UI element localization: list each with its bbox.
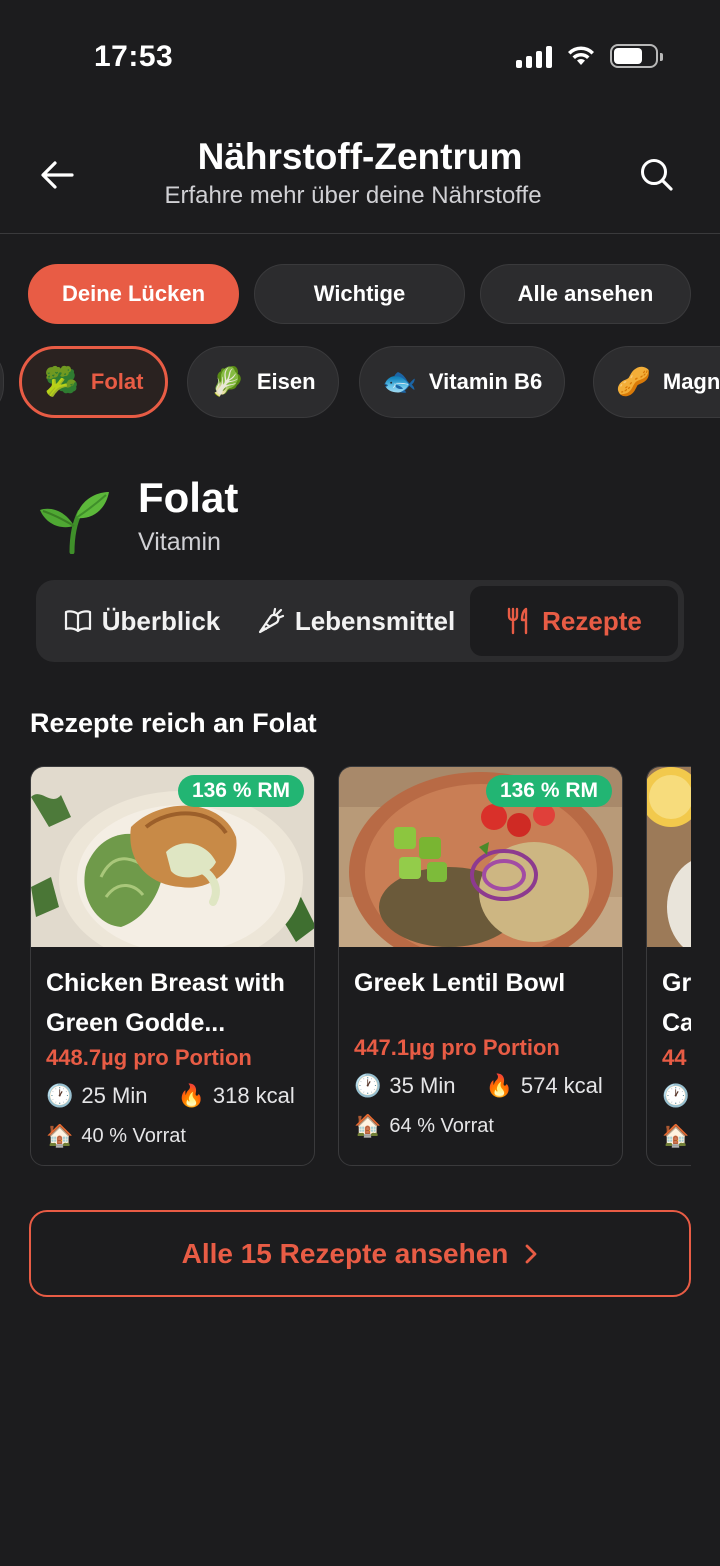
clock-icon: 🕐 <box>662 1083 690 1108</box>
carrot-icon <box>258 607 284 634</box>
search-icon <box>641 159 673 191</box>
nutrient-chip-eisen[interactable]: 🥬 Eisen <box>187 346 339 418</box>
nutrient-chip-vitamin-b6[interactable]: 🐟 Vitamin B6 <box>359 346 566 418</box>
status-bar: 17:53 <box>0 0 720 110</box>
nutrient-header: Folat Vitamin <box>38 472 238 557</box>
nutrient-type: Vitamin <box>138 528 221 556</box>
search-button[interactable] <box>634 152 680 198</box>
nutrient-chip-scroller[interactable]: 🥦 Folat 🥬 Eisen 🐟 Vitamin B6 🥜 Magnesium <box>0 346 720 420</box>
fire-icon: 🔥 <box>485 1073 513 1098</box>
peanut-icon: 🥜 <box>616 366 651 397</box>
recipe-image: 136 % RM <box>31 767 314 947</box>
recipe-meta: 🕐 <box>662 1079 691 1113</box>
recipe-card[interactable]: 136 % RM Greek Lentil Bowl 447.1µg pro P… <box>338 766 623 1166</box>
recipe-portion: 448.7µg pro Portion <box>46 1045 252 1070</box>
recipe-meta: 🕐 35 Min 🔥 574 kcal <box>354 1069 608 1103</box>
cutlery-icon <box>507 607 528 635</box>
app-header: Nährstoff-Zentrum Erfahre mehr über dein… <box>0 120 720 234</box>
recipe-stock-row: 🏠 64 % Vorrat <box>354 1109 608 1143</box>
clock-icon: 🕐 <box>354 1073 382 1098</box>
recipe-stock-row: 🏠 <box>662 1119 691 1153</box>
recipe-meta: 🕐 25 Min 🔥 318 kcal <box>46 1079 300 1113</box>
recipe-image: 136 % RM <box>339 767 622 947</box>
recipe-title: Greek Lentil Bowl <box>354 969 566 997</box>
recipe-time: 25 Min <box>81 1083 148 1108</box>
wifi-icon <box>568 46 594 65</box>
house-icon: 🏠 <box>46 1123 74 1148</box>
recipe-stock-row: 🏠 40 % Vorrat <box>46 1119 300 1153</box>
recipe-time: 35 Min <box>389 1073 456 1098</box>
nutrient-chip-label: Eisen <box>256 369 316 394</box>
detail-segmented-control: Überblick Lebensmittel Rezepte <box>36 580 684 662</box>
house-icon: 🏠 <box>662 1123 690 1148</box>
house-icon: 🏠 <box>354 1113 382 1138</box>
recipe-card[interactable]: 136 % RM Chicken Breast with Green Godde… <box>30 766 315 1166</box>
recipe-body: Gr Ca 44 🕐 🏠 <box>647 947 691 1153</box>
sprout-icon <box>40 492 109 554</box>
leafy-green-icon: 🥬 <box>210 366 245 397</box>
page-subtitle: Erfahre mehr über deine Nährstoffe <box>164 182 542 209</box>
recipe-body: Chicken Breast with Green Godde... 448.7… <box>31 947 314 1153</box>
segment-lebensmittel[interactable]: Lebensmittel <box>242 586 470 656</box>
status-icons <box>516 44 663 68</box>
segment-ueberblick[interactable]: Überblick <box>42 586 242 656</box>
nutrient-chip-magnesium[interactable]: 🥜 Magnesium <box>593 346 720 418</box>
recipe-stock: 64 % Vorrat <box>389 1114 494 1137</box>
recipe-title: Chicken Breast with Green Godde... <box>46 969 285 1037</box>
nutrient-chip-label: Magnesium <box>662 369 720 394</box>
filter-tab-alle-ansehen[interactable]: Alle ansehen <box>480 264 691 324</box>
book-icon <box>64 610 91 633</box>
segment-label: Rezepte <box>542 605 642 636</box>
recipe-image <box>647 767 691 947</box>
nutrient-chip-partial[interactable] <box>0 346 4 418</box>
section-title: Rezepte reich an Folat <box>30 708 317 738</box>
nutrient-chip-label: Folat <box>90 369 144 394</box>
filter-tab-wichtige[interactable]: Wichtige <box>254 264 465 324</box>
recipe-body: Greek Lentil Bowl 447.1µg pro Portion 🕐 … <box>339 947 622 1143</box>
recipe-stock: 40 % Vorrat <box>81 1124 186 1147</box>
fire-icon: 🔥 <box>177 1083 205 1108</box>
segment-rezepte[interactable]: Rezepte <box>470 586 678 656</box>
clock-icon: 🕐 <box>46 1083 74 1108</box>
rda-badge: 136 % RM <box>485 775 612 807</box>
battery-icon <box>610 44 663 68</box>
recipe-carousel[interactable]: 136 % RM Chicken Breast with Green Godde… <box>30 766 691 1168</box>
nutrient-chip-label: Vitamin B6 <box>428 369 543 394</box>
nutrient-title-group: Folat Vitamin <box>138 472 238 557</box>
recipe-kcal: 574 kcal <box>520 1073 603 1098</box>
nutrient-name: Folat <box>138 474 239 521</box>
segment-label: Überblick <box>101 605 221 636</box>
all-recipes-button[interactable]: Alle 15 Rezepte ansehen <box>29 1210 691 1297</box>
recipe-portion: 44 <box>662 1045 687 1070</box>
fish-icon: 🐟 <box>382 366 417 397</box>
page-title: Nährstoff-Zentrum <box>197 136 523 177</box>
rda-badge: 136 % RM <box>177 775 304 807</box>
recipe-portion: 447.1µg pro Portion <box>354 1035 560 1060</box>
filter-tab-deine-luecken[interactable]: Deine Lücken <box>28 264 239 324</box>
recipe-title: Gr Ca <box>662 969 691 1037</box>
broccoli-icon: 🥦 <box>44 366 79 397</box>
recipe-kcal: 318 kcal <box>212 1083 295 1108</box>
chevron-right-icon <box>526 1244 537 1263</box>
nutrient-chip-folat[interactable]: 🥦 Folat <box>19 346 169 418</box>
cellular-signal-icon <box>516 44 552 68</box>
status-time: 17:53 <box>94 40 174 73</box>
segment-label: Lebensmittel <box>294 605 456 636</box>
filter-tabs: Deine Lücken Wichtige Alle ansehen <box>28 264 691 324</box>
all-recipes-label: Alle 15 Rezepte ansehen <box>181 1237 509 1269</box>
recipe-card[interactable]: Gr Ca 44 🕐 🏠 <box>646 766 691 1166</box>
